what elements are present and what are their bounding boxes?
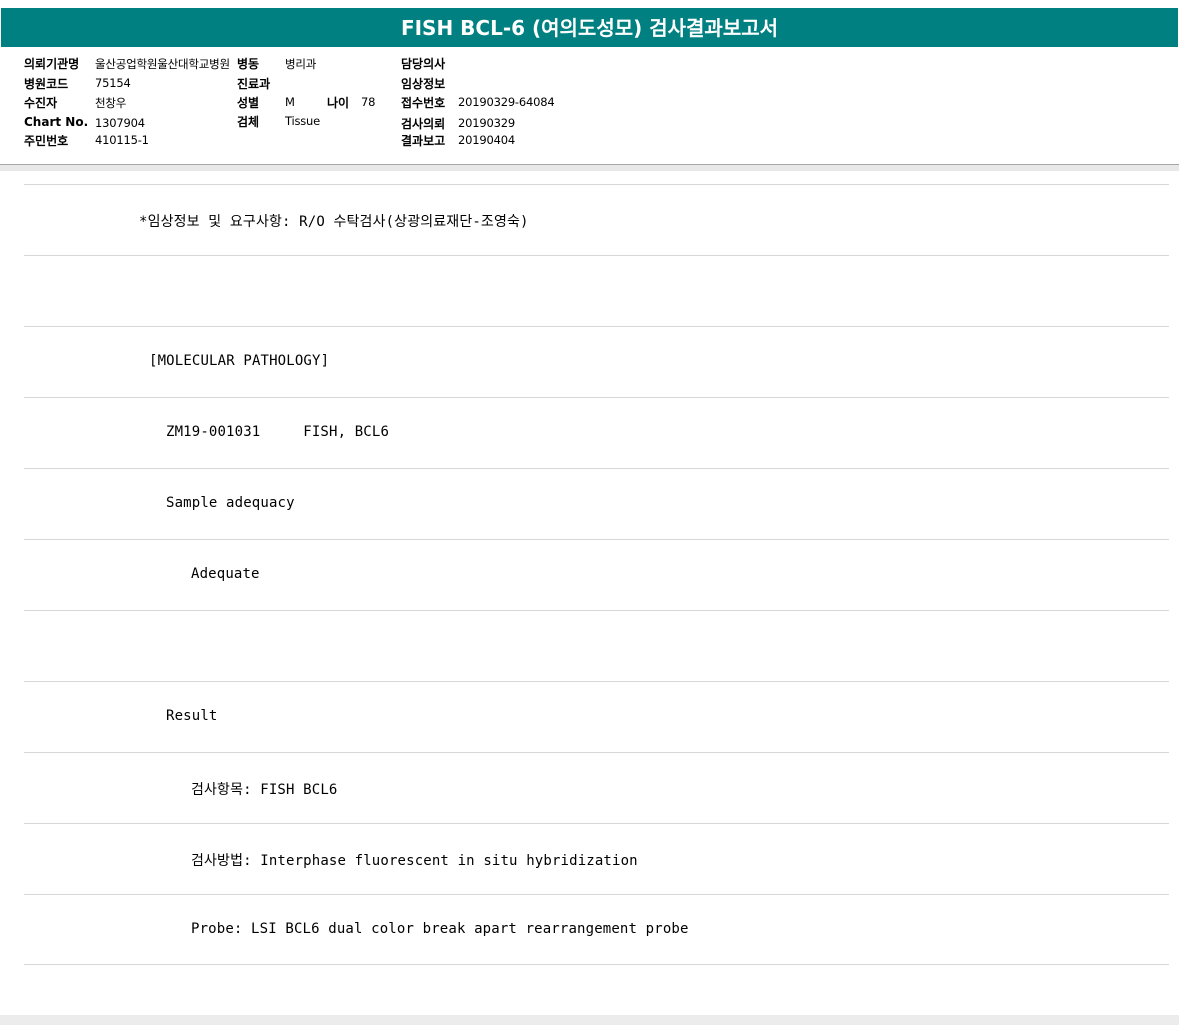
result-heading: Result xyxy=(166,708,218,724)
sample-adequacy-value: Adequate xyxy=(191,566,260,582)
report-line xyxy=(24,255,1169,326)
probe-text: Probe: LSI BCL6 dual color break apart r… xyxy=(191,921,689,937)
age-value: 78 xyxy=(361,95,376,109)
specimen-value: Tissue xyxy=(285,114,321,128)
section-heading: [MOLECULAR PATHOLOGY] xyxy=(149,353,330,369)
resident-no-label: 주민번호 xyxy=(24,134,69,148)
report-line: Probe: LSI BCL6 dual color break apart r… xyxy=(24,894,1169,965)
test-item-text: 검사항목: FISH BCL6 xyxy=(191,782,338,798)
receipt-no-label: 접수번호 xyxy=(401,96,446,110)
request-date-label: 검사의뢰 xyxy=(401,117,446,131)
specimen-label: 검체 xyxy=(237,115,260,129)
sample-adequacy-heading: Sample adequacy xyxy=(166,495,295,511)
report-line: [MOLECULAR PATHOLOGY] xyxy=(24,326,1169,397)
sex-value: M xyxy=(285,95,295,109)
ward-value: 병리과 xyxy=(285,57,317,71)
request-date-value: 20190329 xyxy=(458,116,515,130)
age-label: 나이 xyxy=(327,96,350,110)
institution-value: 울산공업학원울산대학교병원 xyxy=(95,57,230,71)
dept-label: 진료과 xyxy=(237,77,271,91)
report-line: 검사방법: Interphase fluorescent in situ hyb… xyxy=(24,823,1169,894)
report-line xyxy=(24,610,1169,681)
header-divider xyxy=(0,165,1179,171)
report-date-label: 결과보고 xyxy=(401,134,446,148)
resident-no-value: 410115-1 xyxy=(95,133,149,147)
clinical-request-text: *임상정보 및 요구사항: R/O 수탁검사(상광의료재단-조영숙) xyxy=(139,214,529,230)
bottom-scroll-strip xyxy=(0,1015,1179,1025)
chart-no-value: 1307904 xyxy=(95,116,145,130)
report-line: Adequate xyxy=(24,539,1169,610)
patient-value: 천창우 xyxy=(95,96,127,110)
patient-info-header: 의뢰기관명 울산공업학원울산대학교병원 병원코드 75154 수진자 천창우 C… xyxy=(0,47,1179,165)
chart-no-label: Chart No. xyxy=(24,115,89,129)
report-date-value: 20190404 xyxy=(458,133,515,147)
case-number-text: ZM19-001031 FISH, BCL6 xyxy=(166,424,390,440)
institution-label: 의뢰기관명 xyxy=(24,57,80,71)
sex-label: 성별 xyxy=(237,96,260,110)
report-line: ZM19-001031 FISH, BCL6 xyxy=(24,397,1169,468)
report-title: FISH BCL-6 (여의도성모) 검사결과보고서 xyxy=(1,8,1178,47)
hospital-code-label: 병원코드 xyxy=(24,77,69,91)
hospital-code-value: 75154 xyxy=(95,76,131,90)
receipt-no-value: 20190329-64084 xyxy=(458,95,555,109)
report-body: *임상정보 및 요구사항: R/O 수탁검사(상광의료재단-조영숙) [MOLE… xyxy=(24,184,1169,965)
test-method-text: 검사방법: Interphase fluorescent in situ hyb… xyxy=(191,853,638,869)
clinical-info-label: 임상정보 xyxy=(401,77,446,91)
ward-label: 병동 xyxy=(237,57,260,71)
report-line: 검사항목: FISH BCL6 xyxy=(24,752,1169,823)
report-line: *임상정보 및 요구사항: R/O 수탁검사(상광의료재단-조영숙) xyxy=(24,184,1169,255)
report-window: FISH BCL-6 (여의도성모) 검사결과보고서 의뢰기관명 울산공업학원울… xyxy=(0,0,1179,1015)
report-line: Sample adequacy xyxy=(24,468,1169,539)
patient-label: 수진자 xyxy=(24,96,58,110)
doctor-label: 담당의사 xyxy=(401,57,446,71)
report-line: Result xyxy=(24,681,1169,752)
